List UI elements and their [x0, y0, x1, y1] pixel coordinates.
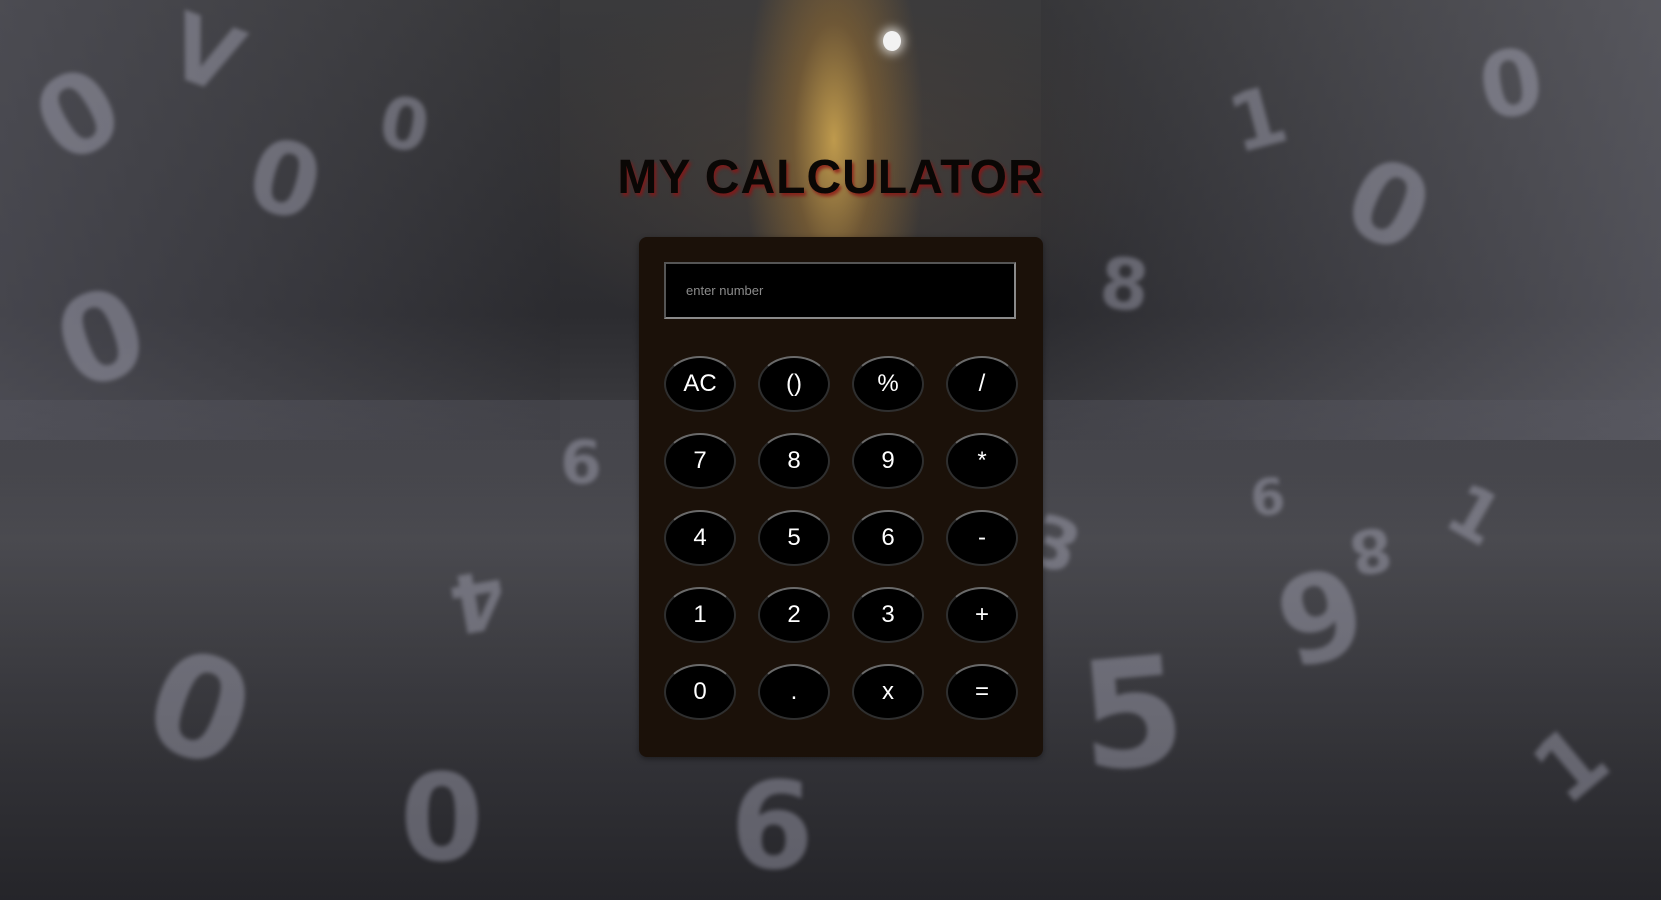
background-numeral: 9 [560, 425, 602, 495]
subtract-button[interactable]: - [946, 510, 1018, 566]
digit-4-button[interactable]: 4 [664, 510, 736, 566]
digit-0-button[interactable]: 0 [664, 664, 736, 720]
x-button[interactable]: x [852, 664, 924, 720]
calculator-display-input[interactable] [664, 262, 1016, 319]
digit-3-button[interactable]: 3 [852, 587, 924, 643]
keypad: AC ()% / 7 8 9 * 4 5 6- 1 2 3 +0. x = [664, 356, 1018, 720]
background-numeral: 8 [1096, 242, 1153, 328]
divide-button[interactable]: / [946, 356, 1018, 412]
digit-9-button[interactable]: 9 [852, 433, 924, 489]
digit-6-button[interactable]: 6 [852, 510, 924, 566]
ceiling-light [883, 31, 901, 51]
percent-button[interactable]: % [852, 356, 924, 412]
background-numeral: 5 [1072, 623, 1192, 807]
background-numeral: 9 [1247, 464, 1288, 526]
digit-1-button[interactable]: 1 [664, 587, 736, 643]
equals-button[interactable]: = [946, 664, 1018, 720]
digit-2-button[interactable]: 2 [758, 587, 830, 643]
add-button[interactable]: + [946, 587, 1018, 643]
calculator-panel: AC ()% / 789 * 456- 123 +0. x = [639, 237, 1043, 757]
page-title: MY CALCULATOR [617, 151, 1044, 204]
background-numeral: 0 [400, 750, 484, 889]
multiply-button[interactable]: * [946, 433, 1018, 489]
background-numeral: 9 [730, 751, 814, 890]
digit-7-button[interactable]: 7 [664, 433, 736, 489]
parentheses-button[interactable]: () [758, 356, 830, 412]
digit-8-button[interactable]: 8 [758, 433, 830, 489]
decimal-button[interactable]: . [758, 664, 830, 720]
clear-button[interactable]: AC [664, 356, 736, 412]
digit-5-button[interactable]: 5 [758, 510, 830, 566]
